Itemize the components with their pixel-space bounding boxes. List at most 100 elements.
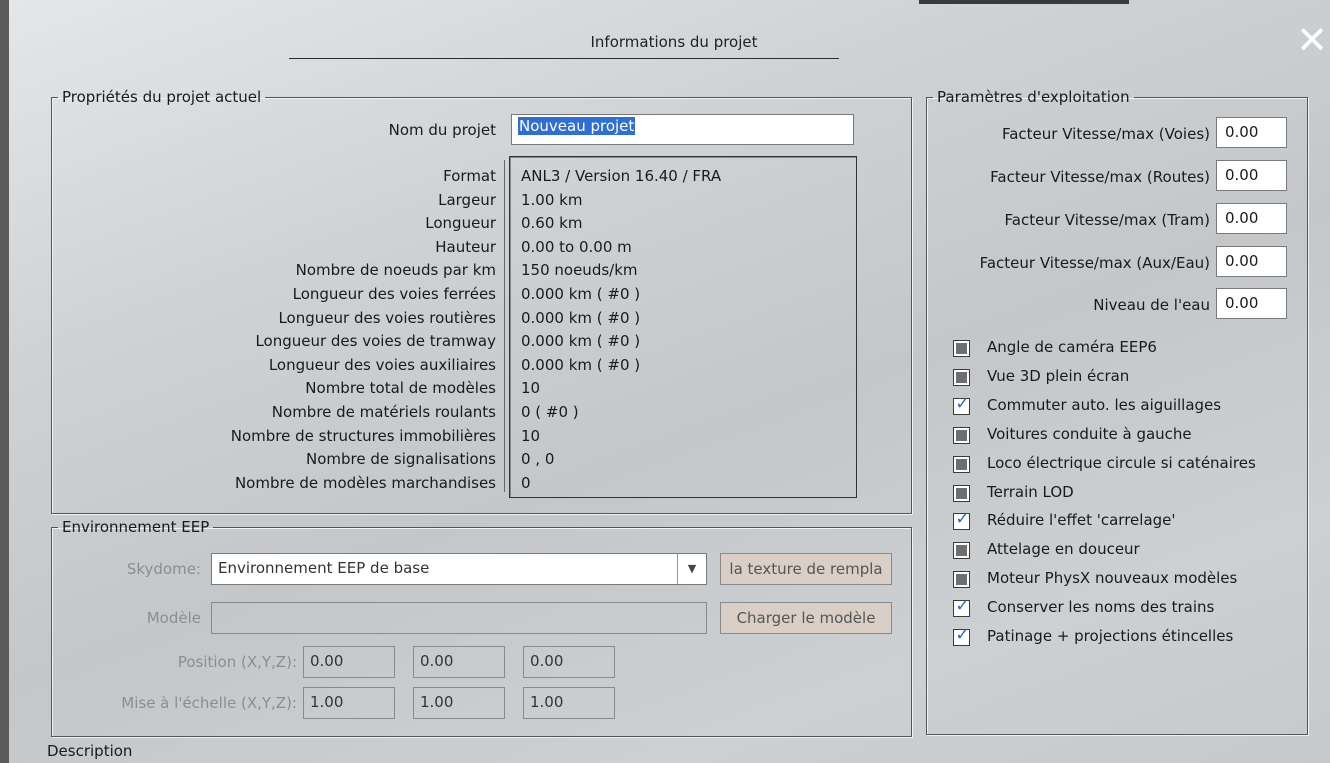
option-label[interactable]: Voitures conduite à gauche: [987, 425, 1192, 443]
option-label[interactable]: Attelage en douceur: [987, 540, 1140, 558]
option-label[interactable]: Conserver les noms des trains: [987, 598, 1214, 616]
skydome-label: Skydome:: [126, 560, 201, 578]
option-label[interactable]: Vue 3D plein écran: [987, 367, 1129, 385]
factor-input[interactable]: 0.00: [1216, 117, 1287, 148]
info-row-value: 0.60 km: [521, 214, 583, 233]
skydome-value: Environnement EEP de base: [218, 559, 430, 577]
checkmark-icon: ✓: [955, 393, 970, 414]
factor-label: Facteur Vitesse/max (Voies): [1001, 125, 1210, 143]
option-label[interactable]: Loco électrique circule si caténaires: [987, 454, 1256, 472]
position-label: Position (X,Y,Z):: [177, 653, 297, 671]
info-row-label: Longueur des voies routières: [278, 308, 496, 327]
option-checkbox[interactable]: [953, 455, 970, 473]
info-row-label: Largeur: [438, 190, 496, 209]
info-row-label: Nombre total de modèles: [305, 379, 496, 398]
info-row-label: Nombre de noeuds par km: [295, 261, 496, 280]
option-checkbox[interactable]: ✓: [953, 393, 970, 415]
info-row-value: 0 , 0: [521, 450, 555, 469]
description-label: Description: [47, 742, 133, 760]
option-checkbox[interactable]: [953, 426, 970, 444]
project-name-value: Nouveau projet: [518, 117, 636, 135]
info-row-value: 0.000 km ( #0 ): [521, 285, 641, 303]
info-row-value: ANL3 / Version 16.40 / FRA: [521, 167, 722, 185]
indeterminate-fill-icon: [956, 343, 967, 354]
info-row-value: 0.00 to 0.00 m: [521, 237, 632, 256]
scale-z-field[interactable]: 1.00: [523, 687, 615, 719]
scale-y-field[interactable]: 1.00: [413, 687, 505, 719]
option-checkbox[interactable]: [953, 542, 970, 560]
option-checkbox[interactable]: [953, 484, 970, 502]
project-properties-legend: Propriétés du projet actuel: [62, 88, 262, 106]
info-row-value: 0 ( #0 ): [521, 403, 579, 421]
environment-legend: Environnement EEP: [62, 518, 210, 536]
info-row-label: Longueur: [425, 214, 496, 233]
position-z-field[interactable]: 0.00: [523, 646, 615, 678]
info-row-label: Longueur des voies de tramway: [255, 332, 496, 351]
info-row-label: Nombre de modèles marchandises: [234, 473, 496, 492]
option-checkbox[interactable]: ✓: [953, 596, 970, 618]
indeterminate-fill-icon: [956, 429, 967, 441]
info-row-label: Format: [443, 167, 496, 185]
indeterminate-fill-icon: [956, 371, 967, 383]
project-name-input[interactable]: Nouveau projet: [511, 114, 854, 145]
dialog-title: Informations du projet: [590, 33, 758, 51]
option-label[interactable]: Moteur PhysX nouveaux modèles: [987, 569, 1237, 587]
option-checkbox[interactable]: [953, 571, 970, 589]
factor-label: Facteur Vitesse/max (Tram): [1004, 211, 1210, 229]
load-model-button[interactable]: Charger le modèle: [720, 602, 892, 634]
chevron-down-icon[interactable]: ▼: [677, 554, 706, 584]
scale-label: Mise à l'échelle (X,Y,Z):: [121, 694, 297, 712]
info-separator: [504, 160, 505, 492]
info-row-label: Longueur des voies auxiliaires: [268, 355, 496, 374]
title-rule: [289, 58, 839, 59]
skydome-select[interactable]: Environnement EEP de base ▼: [211, 553, 707, 585]
info-row-value: 0.000 km ( #0 ): [521, 332, 641, 351]
info-row-value: 0.000 km ( #0 ): [521, 355, 641, 374]
indeterminate-fill-icon: [956, 487, 967, 499]
scale-x-field[interactable]: 1.00: [303, 687, 395, 719]
info-row-value: 10: [521, 379, 541, 398]
replacement-texture-button[interactable]: la texture de rempla: [720, 553, 892, 585]
project-info-dialog: Informations du projet ✕ Propriétés du p…: [0, 0, 1330, 763]
option-label[interactable]: Commuter auto. les aiguillages: [987, 396, 1221, 414]
position-y-field[interactable]: 0.00: [413, 646, 505, 678]
factor-input[interactable]: 0.00: [1216, 160, 1287, 191]
info-row-value: 1.00 km: [521, 190, 583, 209]
option-checkbox[interactable]: [953, 368, 970, 386]
info-row-value: 10: [521, 426, 541, 445]
close-icon[interactable]: ✕: [1294, 21, 1330, 59]
position-x-field[interactable]: 0.00: [303, 646, 395, 678]
info-row-label: Nombre de signalisations: [306, 450, 496, 469]
option-checkbox[interactable]: [953, 340, 970, 357]
project-name-label: Nom du projet: [388, 121, 496, 139]
option-label[interactable]: Angle de caméra EEP6: [987, 338, 1157, 356]
exploitation-legend: Paramètres d'exploitation: [937, 88, 1130, 106]
model-field[interactable]: [211, 602, 707, 634]
checkmark-icon: ✓: [955, 509, 970, 530]
factor-label: Facteur Vitesse/max (Aux/Eau): [979, 254, 1210, 272]
factor-label: Niveau de l'eau: [1093, 296, 1210, 314]
info-row-label: Nombre de structures immobilières: [230, 426, 496, 445]
factor-label: Facteur Vitesse/max (Routes): [990, 168, 1210, 186]
indeterminate-fill-icon: [956, 458, 967, 470]
option-checkbox[interactable]: ✓: [953, 625, 970, 646]
info-row-value: 0.000 km ( #0 ): [521, 308, 641, 327]
indeterminate-fill-icon: [956, 545, 967, 557]
info-row-value: 150 noeuds/km: [521, 261, 638, 280]
factor-input[interactable]: 0.00: [1216, 203, 1287, 234]
factor-input[interactable]: 0.00: [1216, 246, 1287, 277]
factor-input[interactable]: 0.00: [1216, 288, 1287, 319]
indeterminate-fill-icon: [956, 574, 967, 586]
info-row-label: Nombre de matériels roulants: [271, 403, 496, 421]
option-checkbox[interactable]: ✓: [953, 509, 970, 531]
info-row-value: 0: [521, 473, 531, 492]
info-row-label: Longueur des voies ferrées: [292, 285, 496, 303]
info-row-label: Hauteur: [435, 237, 496, 256]
model-label: Modèle: [146, 609, 201, 627]
option-label[interactable]: Patinage + projections étincelles: [987, 627, 1233, 645]
checkmark-icon: ✓: [955, 596, 970, 617]
option-label[interactable]: Terrain LOD: [987, 483, 1074, 501]
window-top-strip: [919, 0, 1129, 4]
checkmark-icon: ✓: [955, 625, 970, 645]
option-label[interactable]: Réduire l'effet 'carrelage': [987, 511, 1176, 529]
